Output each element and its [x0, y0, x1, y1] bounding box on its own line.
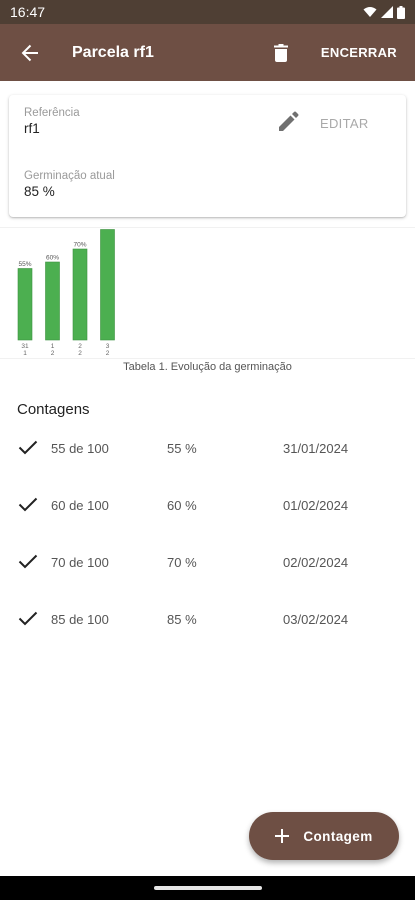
germination-chart: 55%31160%1270%2285%32 [0, 227, 415, 359]
gesture-handle[interactable] [154, 886, 262, 890]
count-row[interactable]: 55 de 100 55 % 31/01/2024 [0, 420, 415, 477]
chart-bar [45, 261, 60, 341]
screen: 16:47 Parcela rf1 ENCERRAR Referência rf… [0, 0, 415, 900]
count-row[interactable]: 85 de 100 85 % 03/02/2024 [0, 591, 415, 648]
parcel-info-card: Referência rf1 EDITAR Germinação atual 8… [9, 95, 406, 217]
count-row[interactable]: 60 de 100 60 % 01/02/2024 [0, 477, 415, 534]
reference-label: Referência [24, 107, 80, 119]
germination-label: Germinação atual [24, 170, 115, 182]
add-count-button[interactable]: Contagem [249, 812, 399, 860]
germination-field: Germinação atual 85 % [24, 170, 115, 199]
x-tick-label: 1 [23, 350, 27, 357]
count-quantity: 55 de 100 [51, 441, 109, 456]
count-percent: 55 % [167, 441, 197, 456]
bar-value-label: 70% [73, 242, 86, 249]
x-tick-label: 3 [106, 343, 110, 350]
count-row[interactable]: 70 de 100 70 % 02/02/2024 [0, 534, 415, 591]
count-percent: 70 % [167, 555, 197, 570]
bar-value-label: 55% [18, 261, 31, 268]
bar-value-label: 60% [46, 255, 59, 262]
x-tick-label: 2 [78, 350, 82, 357]
chart-bar [72, 248, 88, 341]
x-tick-label: 2 [78, 343, 82, 350]
count-percent: 85 % [167, 612, 197, 627]
edit-button[interactable]: EDITAR [320, 116, 369, 131]
chart-bar [17, 268, 33, 341]
check-icon [18, 440, 38, 455]
app-bar: Parcela rf1 ENCERRAR [0, 24, 415, 81]
check-icon [18, 611, 38, 626]
bar-value-label: 85% [101, 228, 114, 229]
status-time: 16:47 [10, 4, 46, 20]
page-title: Parcela rf1 [72, 43, 154, 61]
counts-title: Contagens [17, 401, 90, 418]
check-icon [18, 497, 38, 512]
back-button[interactable] [2, 24, 58, 81]
add-count-label: Contagem [303, 828, 373, 844]
count-quantity: 70 de 100 [51, 555, 109, 570]
arrow-back-icon [21, 44, 38, 61]
count-quantity: 85 de 100 [51, 612, 109, 627]
x-tick-label: 1 [51, 343, 55, 350]
count-date: 02/02/2024 [283, 555, 349, 570]
x-tick-label: 2 [106, 350, 110, 357]
reference-value: rf1 [24, 121, 40, 136]
bar-chart: 55%31160%1270%2285%32 [17, 228, 115, 357]
count-date: 03/02/2024 [283, 612, 349, 627]
trash-icon [273, 43, 288, 62]
chart-caption: Tabela 1. Evolução da germinação [123, 361, 292, 373]
edit-icon[interactable] [277, 111, 299, 138]
status-bar: 16:47 [0, 0, 415, 24]
battery-icon [397, 5, 405, 19]
status-icons [363, 5, 405, 19]
navigation-bar [0, 876, 415, 900]
count-percent: 60 % [167, 498, 197, 513]
x-tick-label: 31 [21, 343, 29, 350]
check-icon [18, 554, 38, 569]
counts-list: 55 de 100 55 % 31/01/2024 60 de 100 60 %… [0, 420, 415, 648]
count-date: 31/01/2024 [283, 441, 349, 456]
x-tick-label: 2 [51, 350, 55, 357]
count-quantity: 60 de 100 [51, 498, 109, 513]
close-parcel-button[interactable]: ENCERRAR [321, 45, 397, 60]
reference-field: Referência rf1 [24, 107, 80, 136]
germination-value: 85 % [24, 184, 55, 199]
delete-button[interactable] [261, 24, 301, 81]
signal-icon [381, 6, 393, 18]
plus-icon [275, 829, 290, 843]
wifi-icon [363, 7, 377, 17]
count-date: 01/02/2024 [283, 498, 349, 513]
chart-bar [100, 229, 115, 341]
